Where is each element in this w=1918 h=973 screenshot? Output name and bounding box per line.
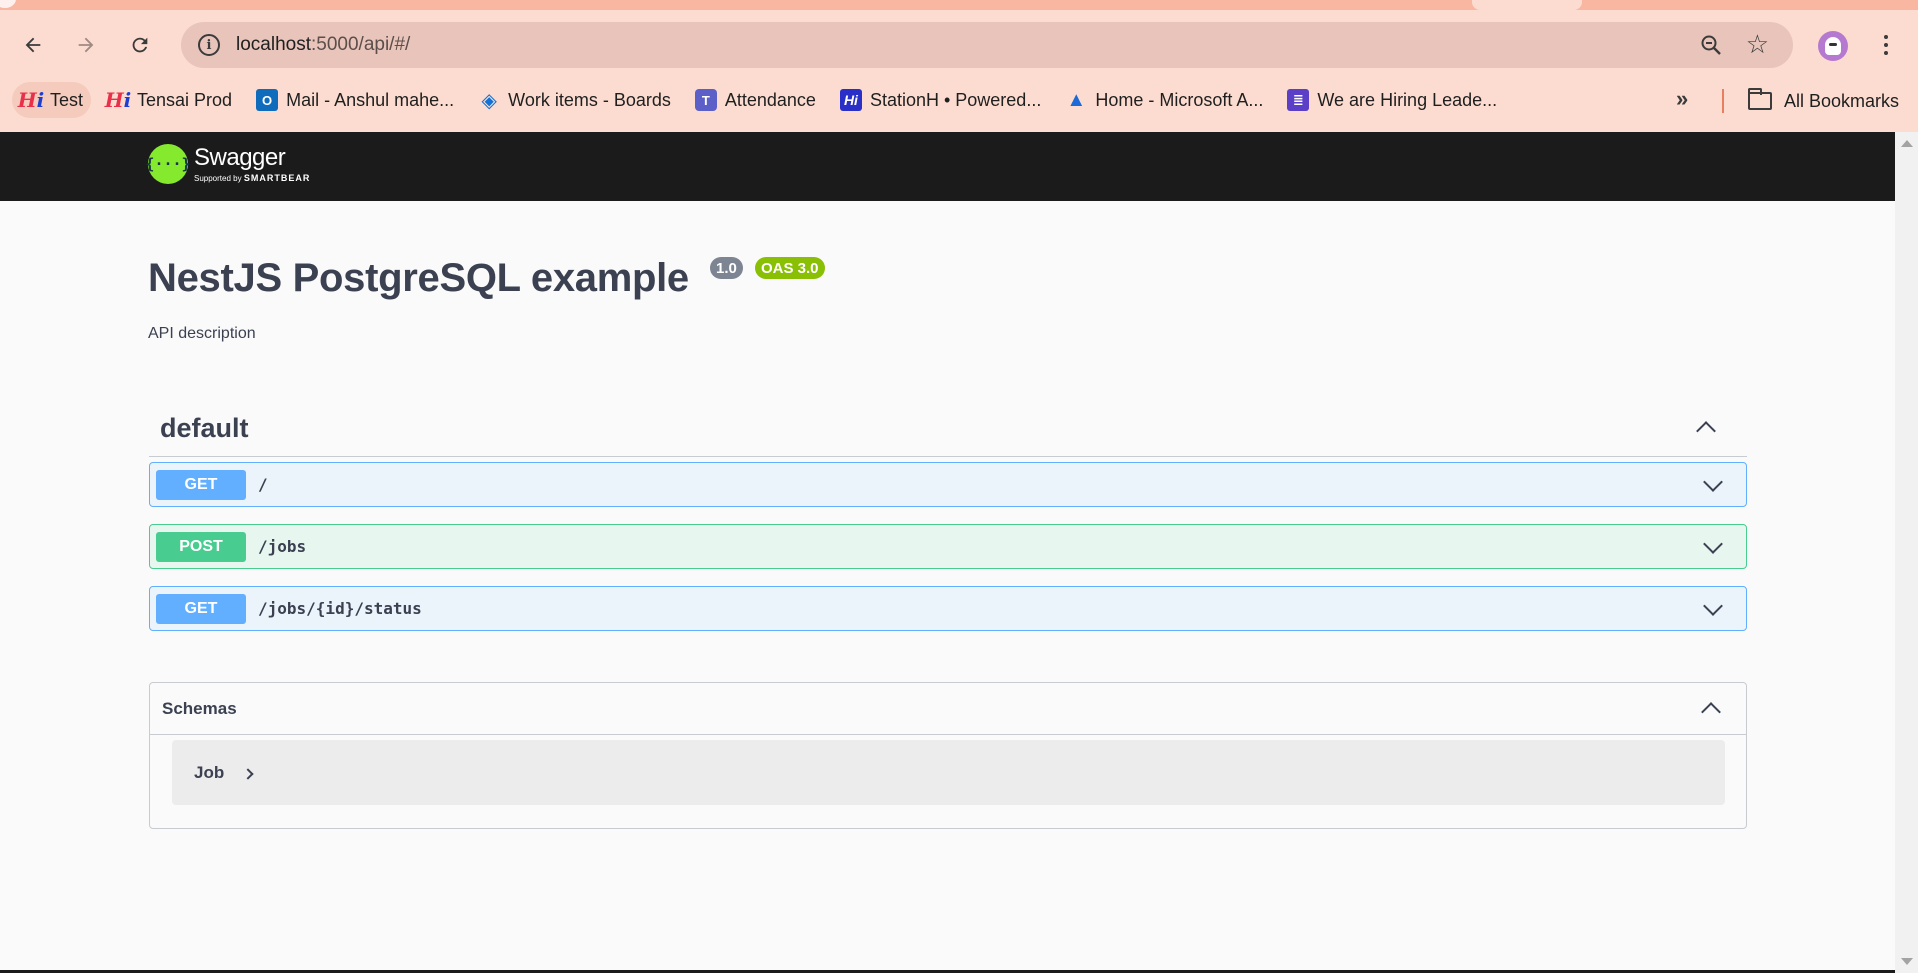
api-title: NestJS PostgreSQL example	[148, 256, 689, 300]
model-name: Job	[194, 762, 225, 782]
scroll-down-arrow-icon[interactable]	[1901, 958, 1913, 965]
expand-chevron-down-icon[interactable]	[1703, 472, 1723, 492]
url-text[interactable]: localhost:5000/api/#/	[236, 34, 410, 56]
operation-path: /jobs	[258, 537, 307, 556]
profile-avatar[interactable]	[1818, 31, 1848, 61]
schemas-title: Schemas	[162, 698, 237, 718]
expand-chevron-right-icon[interactable]	[242, 767, 254, 780]
method-badge: GET	[156, 469, 246, 500]
forms-icon: ≣	[1287, 89, 1310, 111]
bookmark-label: Mail - Anshul mahe...	[286, 89, 455, 110]
back-button[interactable]	[16, 28, 50, 62]
expand-chevron-down-icon[interactable]	[1703, 534, 1723, 554]
arrow-right-icon	[78, 37, 94, 53]
reload-icon	[132, 37, 148, 53]
bookmark-test[interactable]: Hi Test	[12, 82, 92, 118]
schemas-header[interactable]: Schemas	[150, 683, 1746, 735]
swagger-logo-subtitle: Supported by SMARTBEAR	[194, 172, 311, 183]
tab-edge	[0, 0, 16, 8]
azure-devops-icon: ◈	[481, 89, 497, 112]
oas-badge: OAS 3.0	[755, 257, 825, 279]
bookmark-microsoft-azure[interactable]: ▲ Home - Microsoft A...	[1057, 82, 1271, 118]
bookmark-label: StationH • Powered...	[869, 89, 1042, 110]
method-badge: GET	[156, 593, 246, 624]
operation-get-job-status[interactable]: GET /jobs/{id}/status	[149, 586, 1747, 631]
url-path: :5000/api/#/	[311, 34, 411, 55]
bookmark-mail[interactable]: O Mail - Anshul mahe...	[248, 82, 462, 118]
bookmark-label: Home - Microsoft A...	[1095, 89, 1264, 110]
avatar-face-icon	[1825, 37, 1841, 55]
bookmark-label: Tensai Prod	[137, 89, 233, 110]
azure-icon: ▲	[1066, 88, 1087, 111]
method-badge: POST	[156, 531, 246, 562]
swagger-braces-icon: {···}	[145, 144, 191, 184]
more-bookmarks-chevron-icon[interactable]: »	[1676, 86, 1688, 112]
bookmark-attendance[interactable]: T Attendance	[687, 82, 824, 118]
folder-icon	[1748, 88, 1772, 110]
zoom-icon[interactable]	[1699, 33, 1723, 57]
collapse-chevron-up-icon[interactable]	[1701, 702, 1721, 722]
swagger-logo[interactable]: {···} Swagger Supported by SMARTBEAR	[145, 143, 311, 184]
site-info-icon[interactable]: i	[198, 34, 220, 56]
stationh-icon: Hi	[839, 89, 862, 111]
tag-name: default	[160, 412, 249, 443]
swagger-logo-name: Swagger	[194, 143, 286, 171]
bookmark-stationh[interactable]: Hi StationH • Powered...	[832, 82, 1049, 118]
page-scrollbar[interactable]	[1895, 132, 1918, 973]
collapse-chevron-up-icon[interactable]	[1696, 421, 1716, 441]
tab-strip	[0, 0, 1918, 10]
teams-icon: T	[694, 89, 717, 111]
browser-chrome: i localhost:5000/api/#/ ☆ Hi Test Hi Tensa…	[0, 0, 1918, 132]
scroll-up-arrow-icon[interactable]	[1901, 140, 1913, 147]
address-bar[interactable]: i localhost:5000/api/#/ ☆	[181, 22, 1793, 68]
active-tab[interactable]	[1472, 0, 1582, 10]
bookmark-star-icon[interactable]: ☆	[1746, 31, 1769, 57]
browser-menu-button[interactable]	[1874, 28, 1898, 62]
bookmark-label: Test	[50, 89, 84, 110]
forward-button[interactable]	[69, 28, 103, 62]
bookmark-tensai-prod[interactable]: Hi Tensai Prod	[99, 82, 240, 118]
bookmark-hiring[interactable]: ≣ We are Hiring Leade...	[1279, 82, 1505, 118]
version-badge: 1.0	[710, 257, 743, 279]
bookmark-label: We are Hiring Leade...	[1317, 89, 1498, 110]
outlook-icon: O	[256, 89, 279, 111]
schemas-section: Schemas Job	[149, 682, 1747, 829]
swagger-topbar: {···} Swagger Supported by SMARTBEAR	[0, 132, 1895, 201]
bookmark-label: Work items - Boards	[508, 89, 671, 110]
reload-button[interactable]	[123, 28, 157, 62]
operation-path: /jobs/{id}/status	[258, 599, 422, 618]
bookmarks-divider	[1722, 89, 1724, 113]
hi-logo-icon: Hi	[17, 88, 45, 112]
bookmark-work-items[interactable]: ◈ Work items - Boards	[470, 82, 679, 118]
operation-get-root[interactable]: GET /	[149, 462, 1747, 507]
operation-path: /	[258, 475, 268, 494]
expand-chevron-down-icon[interactable]	[1703, 596, 1723, 616]
operation-post-jobs[interactable]: POST /jobs	[149, 524, 1747, 569]
url-host: localhost	[236, 34, 311, 55]
bookmarks-bar: Hi Test Hi Tensai Prod O Mail - Anshul mahe…	[0, 80, 1918, 120]
all-bookmarks-label: All Bookmarks	[1784, 90, 1900, 111]
arrow-left-icon	[25, 37, 41, 53]
bookmark-label: Attendance	[724, 89, 816, 110]
model-job[interactable]: Job	[172, 740, 1725, 805]
api-description: API description	[148, 325, 256, 342]
tag-section-default[interactable]: default	[149, 400, 1747, 457]
hi-logo-icon: Hi	[104, 88, 132, 112]
all-bookmarks-button[interactable]: All Bookmarks	[1748, 84, 1899, 118]
